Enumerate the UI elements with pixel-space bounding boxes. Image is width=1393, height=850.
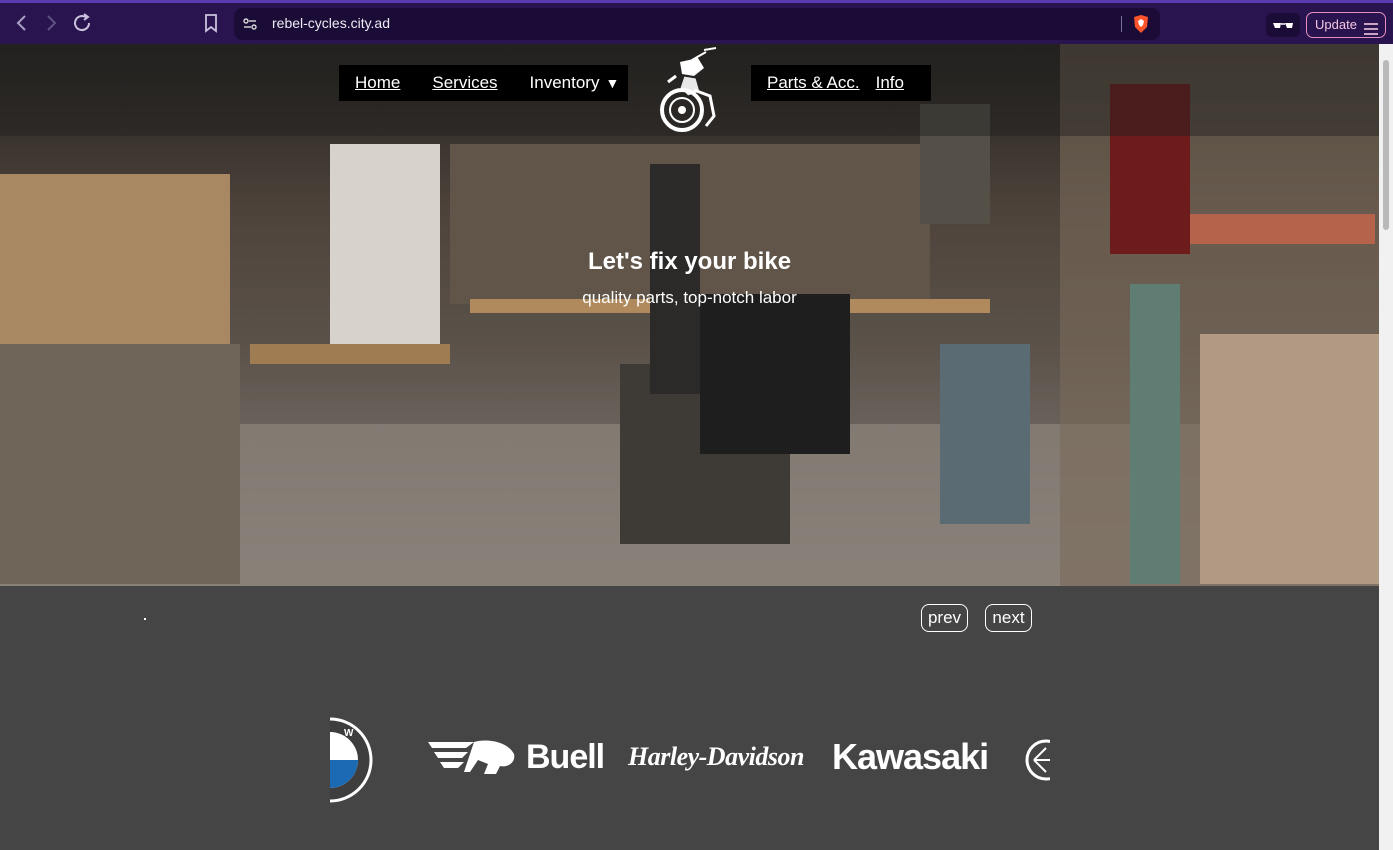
scrollbar-thumb[interactable] bbox=[1383, 60, 1389, 230]
menu-icon bbox=[1363, 19, 1379, 35]
nav-left: Home Services Inventory ▼ bbox=[339, 65, 628, 101]
reader-glasses-icon[interactable] bbox=[1266, 13, 1300, 37]
yamaha-logo-icon[interactable] bbox=[1024, 738, 1050, 782]
site-settings-icon[interactable] bbox=[242, 16, 258, 32]
bookmark-icon[interactable] bbox=[198, 10, 224, 36]
nav-parts-link[interactable]: Parts & Acc. bbox=[767, 73, 860, 93]
brand-carousel: W Buell Harley-Davidson Kawasaki bbox=[330, 708, 1050, 812]
slider-indicator-dot[interactable] bbox=[144, 618, 146, 620]
nav-inventory-label: Inventory bbox=[529, 73, 600, 92]
forward-icon[interactable] bbox=[38, 10, 64, 36]
kawasaki-logo[interactable]: Kawasaki bbox=[832, 736, 989, 778]
nav-home-link[interactable]: Home bbox=[355, 73, 400, 93]
nav-services-link[interactable]: Services bbox=[432, 73, 497, 93]
bmw-logo-icon[interactable]: W bbox=[330, 708, 380, 812]
nav-right: Parts & Acc. Info bbox=[751, 65, 931, 101]
hero-title: Let's fix your bike bbox=[587, 248, 792, 275]
next-button[interactable]: next bbox=[985, 604, 1032, 632]
harley-davidson-logo[interactable]: Harley-Davidson bbox=[628, 742, 804, 772]
browser-toolbar: rebel-cycles.city.ad Update bbox=[0, 0, 1393, 44]
indian-logo-icon[interactable] bbox=[426, 738, 518, 778]
page: Home Services Inventory ▼ Parts & Acc. In… bbox=[0, 44, 1379, 850]
brave-shield-icon[interactable] bbox=[1132, 14, 1150, 34]
back-icon[interactable] bbox=[9, 10, 35, 36]
svg-text:W: W bbox=[344, 728, 354, 739]
hero-subtitle: quality parts, top-notch labor bbox=[582, 288, 797, 307]
prev-button[interactable]: prev bbox=[921, 604, 968, 632]
update-label: Update bbox=[1315, 17, 1357, 32]
url-text[interactable]: rebel-cycles.city.ad bbox=[272, 15, 390, 31]
caret-down-icon: ▼ bbox=[605, 75, 620, 91]
hero-banner: Home Services Inventory ▼ Parts & Acc. In… bbox=[0, 44, 1379, 586]
address-bar[interactable]: rebel-cycles.city.ad bbox=[234, 8, 1160, 40]
reload-icon[interactable] bbox=[69, 10, 95, 36]
url-divider bbox=[1121, 16, 1122, 32]
motorcycle-logo-icon[interactable] bbox=[654, 46, 724, 136]
page-scrollbar[interactable] bbox=[1379, 44, 1393, 850]
buell-logo[interactable]: Buell bbox=[526, 738, 605, 777]
nav-info-link[interactable]: Info bbox=[876, 73, 904, 93]
nav-inventory-dropdown[interactable]: Inventory ▼ bbox=[530, 73, 620, 93]
update-button[interactable]: Update bbox=[1306, 12, 1386, 38]
